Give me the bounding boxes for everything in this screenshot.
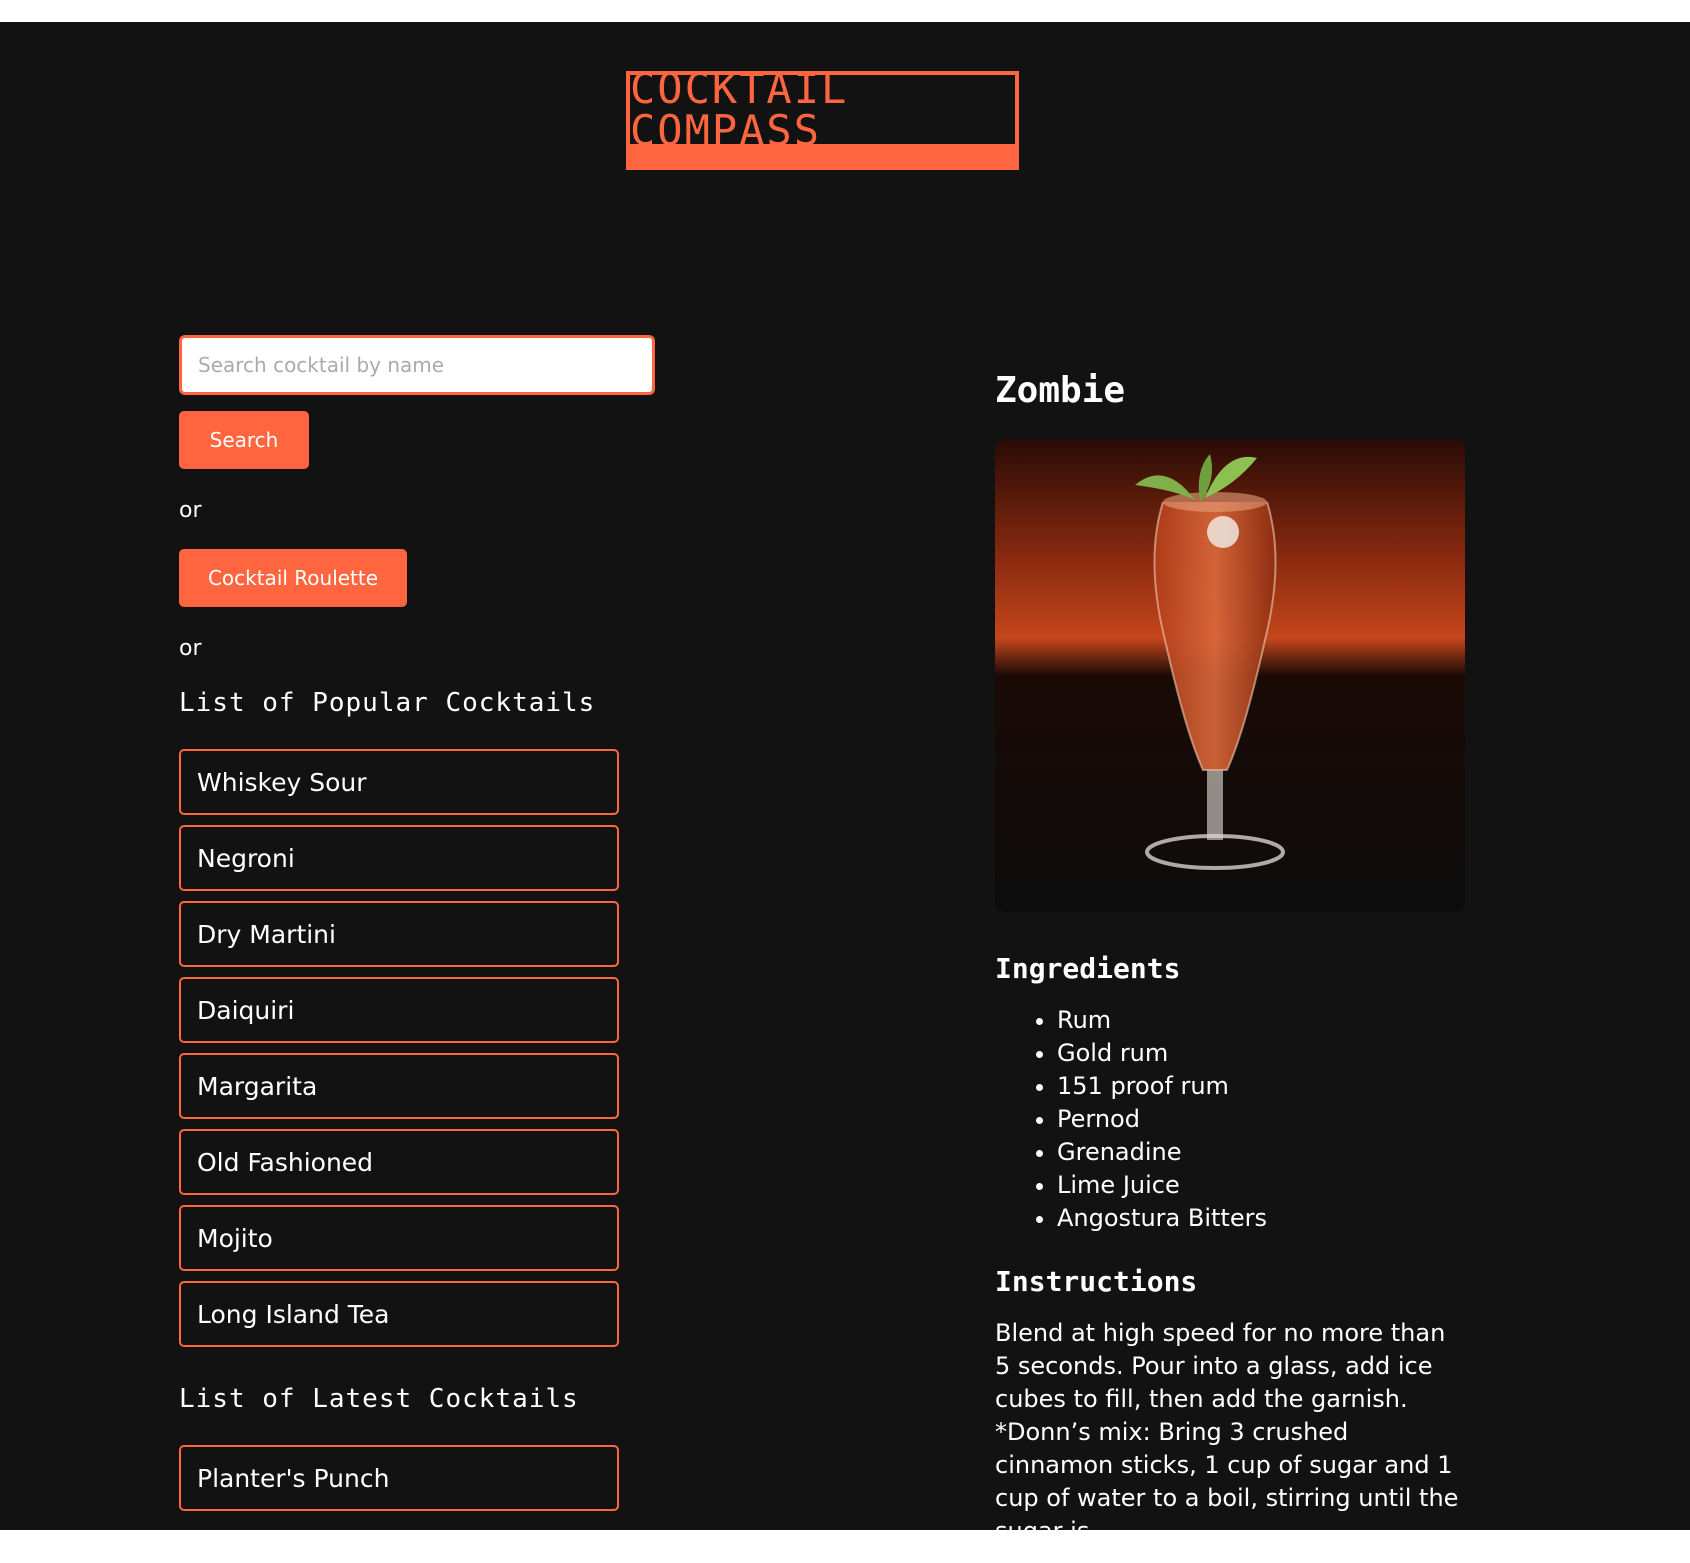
ingredient-item: Grenadine bbox=[1057, 1136, 1475, 1169]
search-panel: Search or Cocktail Roulette or List of P… bbox=[179, 335, 659, 1511]
cocktail-detail: Zombie Ingredients • Rum • Gold rum • 15… bbox=[995, 367, 1475, 1530]
cocktail-photo bbox=[995, 440, 1465, 912]
ingredient-item: Pernod bbox=[1057, 1103, 1475, 1136]
ingredient-item: Angostura Bitters bbox=[1057, 1202, 1475, 1235]
or-separator: or bbox=[179, 636, 202, 661]
search-input[interactable] bbox=[179, 335, 655, 395]
or-separator: or bbox=[179, 498, 202, 523]
popular-cocktail-item[interactable]: Old Fashioned bbox=[179, 1129, 619, 1195]
popular-cocktail-item[interactable]: Margarita bbox=[179, 1053, 619, 1119]
popular-cocktails-list: Whiskey Sour Negroni Dry Martini Daiquir… bbox=[179, 749, 659, 1347]
ingredient-item: Lime Juice bbox=[1057, 1169, 1475, 1202]
popular-cocktail-item[interactable]: Whiskey Sour bbox=[179, 749, 619, 815]
popular-cocktail-item[interactable]: Negroni bbox=[179, 825, 619, 891]
ingredient-item: 151 proof rum bbox=[1057, 1070, 1475, 1103]
instructions-title: Instructions bbox=[995, 1265, 1198, 1298]
app-page: Cocktail Compass Search or Cocktail Roul… bbox=[0, 22, 1690, 1530]
ingredient-item: Rum bbox=[1057, 1004, 1475, 1037]
instructions-text: Blend at high speed for no more than 5 s… bbox=[995, 1319, 1459, 1530]
latest-cocktail-item[interactable]: Planter's Punch bbox=[179, 1445, 619, 1511]
cocktail-name: Zombie bbox=[995, 370, 1126, 411]
popular-cocktail-item[interactable]: Long Island Tea bbox=[179, 1281, 619, 1347]
ingredients-list: Rum Gold rum 151 proof rum Pernod Grenad… bbox=[995, 1004, 1475, 1235]
brand-title: Cocktail Compass bbox=[630, 63, 849, 155]
cocktail-roulette-button[interactable]: Cocktail Roulette bbox=[179, 549, 407, 607]
search-button[interactable]: Search bbox=[179, 411, 309, 469]
ingredient-item: Gold rum bbox=[1057, 1037, 1475, 1070]
popular-cocktail-item[interactable]: Daiquiri bbox=[179, 977, 619, 1043]
brand-logo[interactable]: Cocktail Compass bbox=[626, 63, 1019, 170]
popular-cocktails-title: List of Popular Cocktails bbox=[179, 688, 596, 718]
latest-cocktails-title: List of Latest Cocktails bbox=[179, 1384, 579, 1414]
popular-cocktail-item[interactable]: Dry Martini bbox=[179, 901, 619, 967]
ingredients-title: Ingredients bbox=[995, 952, 1181, 985]
popular-cocktail-item[interactable]: Mojito bbox=[179, 1205, 619, 1271]
latest-cocktails-list: Planter's Punch bbox=[179, 1445, 659, 1511]
